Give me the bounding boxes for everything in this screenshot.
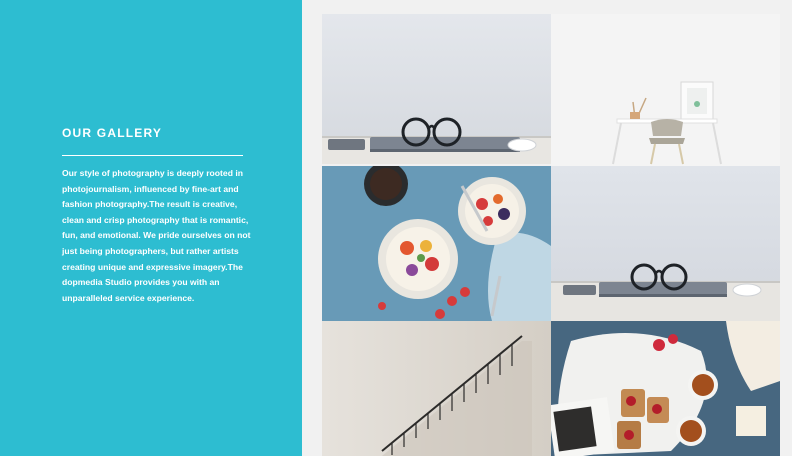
gallery-photo-staircase[interactable] bbox=[322, 321, 551, 456]
photo-glasses-laptop-image bbox=[322, 14, 551, 164]
photo-gallery bbox=[322, 14, 780, 456]
photo-toast-tea-image bbox=[551, 321, 780, 456]
gallery-photo-glasses-laptop[interactable] bbox=[322, 14, 551, 164]
gallery-photo-breakfast-bowls[interactable] bbox=[322, 166, 551, 321]
photo-glasses-laptop-2-image bbox=[551, 166, 780, 321]
gallery-photo-toast-tea[interactable] bbox=[551, 321, 780, 456]
title-divider bbox=[62, 155, 243, 156]
gallery-sidebar: OUR GALLERY Our style of photography is … bbox=[0, 0, 302, 456]
gallery-photo-glasses-laptop-2[interactable] bbox=[551, 166, 780, 321]
gallery-description: Our style of photography is deeply roote… bbox=[62, 168, 251, 303]
gallery-photo-desk-chair[interactable] bbox=[551, 14, 780, 166]
photo-desk-chair-image bbox=[551, 14, 780, 166]
photo-breakfast-bowls-image bbox=[322, 166, 551, 321]
gallery-title: OUR GALLERY bbox=[62, 126, 163, 140]
photo-staircase-image bbox=[322, 321, 551, 456]
